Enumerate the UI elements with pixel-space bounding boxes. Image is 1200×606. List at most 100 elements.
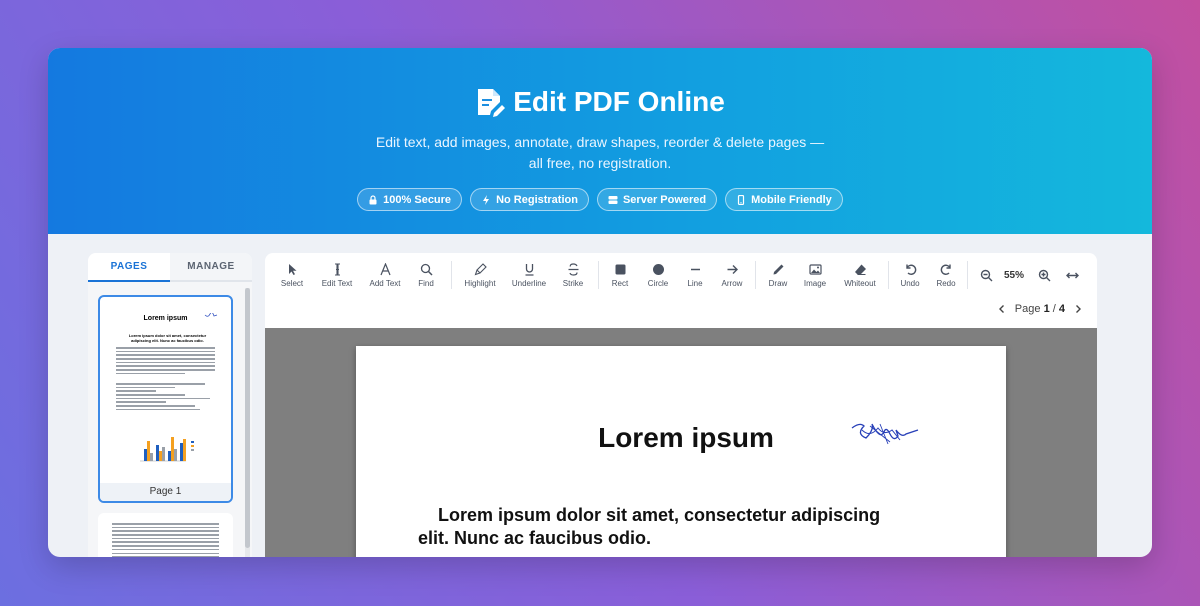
badge-mobile: Mobile Friendly — [725, 188, 843, 211]
tool-rect[interactable]: Rect — [607, 263, 633, 288]
tool-draw[interactable]: Draw — [764, 263, 792, 288]
cursor-icon — [288, 263, 296, 275]
tool-label: Image — [803, 278, 827, 288]
search-icon — [420, 263, 433, 276]
chevron-right-icon[interactable] — [1073, 304, 1083, 314]
tool-strike[interactable]: Strike — [556, 262, 590, 288]
document-heading-line1: Lorem ipsum dolor sit amet, consectetur … — [438, 505, 881, 525]
page-navigator: Page 1 / 4 — [997, 301, 1083, 317]
feature-badges: 100% Secure No Registration Server Power… — [48, 188, 1152, 211]
app-card: Edit PDF Online Edit text, add images, a… — [48, 48, 1152, 557]
tool-undo[interactable]: Undo — [897, 263, 923, 288]
thumbnail-list[interactable]: Lorem ipsum Lorem ipsum dolor sit amet, … — [88, 282, 252, 557]
document-canvas[interactable]: Lorem ipsum Lorem ipsum dolor sit amet, … — [265, 328, 1097, 557]
redo-icon — [940, 264, 951, 275]
tool-find[interactable]: Find — [409, 263, 443, 288]
highlighter-icon — [474, 262, 487, 275]
toolbar-divider — [967, 261, 968, 289]
tool-label: Undo — [900, 278, 920, 288]
hero-subtitle-line2: all free, no registration. — [528, 155, 672, 171]
tool-label: Whiteout — [844, 278, 876, 288]
chevron-left-icon[interactable] — [997, 304, 1007, 314]
pdf-page[interactable]: Lorem ipsum Lorem ipsum dolor sit amet, … — [356, 346, 1006, 557]
mobile-icon — [738, 194, 745, 205]
thumbnail-heading: Lorem ipsum dolor sit amet, consectetur … — [128, 333, 207, 343]
page-total: 4 — [1058, 303, 1065, 315]
text-cursor-icon — [334, 262, 340, 276]
page-thumbnail-2[interactable] — [98, 513, 233, 557]
arrow-right-icon — [727, 264, 738, 274]
toolbar-divider — [888, 261, 889, 289]
underline-icon — [525, 263, 533, 276]
square-icon — [615, 264, 625, 274]
strikethrough-icon — [568, 262, 578, 276]
tool-redo[interactable]: Redo — [933, 263, 959, 288]
toolbar-divider — [598, 261, 599, 289]
tool-whiteout[interactable]: Whiteout — [840, 263, 880, 288]
hero-title-text: Edit PDF Online — [513, 86, 725, 117]
badge-secure: 100% Secure — [357, 188, 463, 211]
document-heading[interactable]: Lorem ipsum dolor sit amet, consectetur … — [418, 504, 946, 550]
badge-server: Server Powered — [596, 188, 718, 211]
tool-arrow[interactable]: Arrow — [717, 263, 747, 288]
undo-icon — [905, 264, 916, 275]
thumbnail-text-block — [112, 523, 219, 557]
tool-image[interactable]: Image — [800, 263, 830, 288]
zoom-out-button[interactable] — [976, 269, 996, 282]
tool-label: Circle — [647, 278, 669, 288]
editor-toolbar: Select Edit Text Add Text Find Highlight — [265, 253, 1097, 297]
tool-label: Underline — [511, 278, 547, 288]
tool-label: Find — [418, 278, 434, 288]
tool-label: Add Text — [369, 278, 401, 288]
tool-line[interactable]: Line — [681, 263, 709, 288]
tool-edit-text[interactable]: Edit Text — [313, 262, 361, 288]
hero-title: Edit PDF Online — [48, 86, 1152, 118]
fit-width-icon — [1065, 272, 1079, 278]
tool-add-text[interactable]: Add Text — [361, 262, 409, 288]
hero-banner: Edit PDF Online Edit text, add images, a… — [48, 48, 1152, 234]
zoom-in-icon — [1038, 269, 1051, 281]
zoom-in-button[interactable] — [1034, 269, 1054, 282]
thumbnail-text-block — [116, 347, 215, 377]
page-separator: / — [1052, 303, 1056, 315]
image-icon — [808, 263, 822, 275]
tool-label: Edit Text — [321, 278, 353, 288]
scrollbar-thumb[interactable] — [245, 288, 250, 548]
hero-subtitle: Edit text, add images, annotate, draw sh… — [48, 132, 1152, 174]
badge-no-registration: No Registration — [470, 188, 589, 211]
tool-underline[interactable]: Underline — [506, 263, 552, 288]
tool-label: Rect — [611, 278, 629, 288]
zoom-out-icon — [980, 269, 992, 281]
thumbnail-list-block — [116, 383, 215, 413]
tool-highlight[interactable]: Highlight — [460, 262, 500, 288]
toolbar-divider — [755, 261, 756, 289]
tool-circle[interactable]: Circle — [643, 263, 673, 288]
sidebar-tabs: PAGES MANAGE — [88, 253, 252, 282]
line-icon — [690, 268, 700, 270]
page-sidebar: PAGES MANAGE Lorem ipsum Lorem ipsum dol… — [88, 253, 252, 557]
badge-label: No Registration — [496, 193, 578, 206]
lock-icon — [369, 194, 377, 204]
tool-label: Redo — [936, 278, 956, 288]
signature-image[interactable] — [850, 420, 922, 450]
thumbnail-preview: Lorem ipsum Lorem ipsum dolor sit amet, … — [106, 301, 225, 483]
font-icon — [379, 262, 391, 275]
circle-icon — [652, 263, 664, 275]
tool-select[interactable]: Select — [277, 263, 307, 288]
tool-label: Highlight — [464, 278, 496, 288]
server-icon — [608, 195, 618, 204]
badge-label: Mobile Friendly — [751, 193, 832, 206]
tab-manage[interactable]: MANAGE — [170, 253, 252, 282]
page-indicator: Page 1 / 4 — [1015, 303, 1065, 315]
tab-pages[interactable]: PAGES — [88, 253, 170, 282]
tool-label: Select — [280, 278, 304, 288]
page-thumbnail-1[interactable]: Lorem ipsum Lorem ipsum dolor sit amet, … — [98, 295, 233, 503]
page-prefix: Page — [1014, 303, 1041, 315]
fit-width-button[interactable] — [1062, 269, 1082, 282]
badge-label: Server Powered — [622, 193, 707, 206]
thumbnail-chart — [140, 437, 194, 462]
file-edit-icon — [478, 89, 506, 117]
document-heading-line2: elit. Nunc ac faucibus odio. — [418, 528, 652, 548]
badge-label: 100% Secure — [383, 193, 452, 206]
tool-label: Draw — [768, 278, 788, 288]
